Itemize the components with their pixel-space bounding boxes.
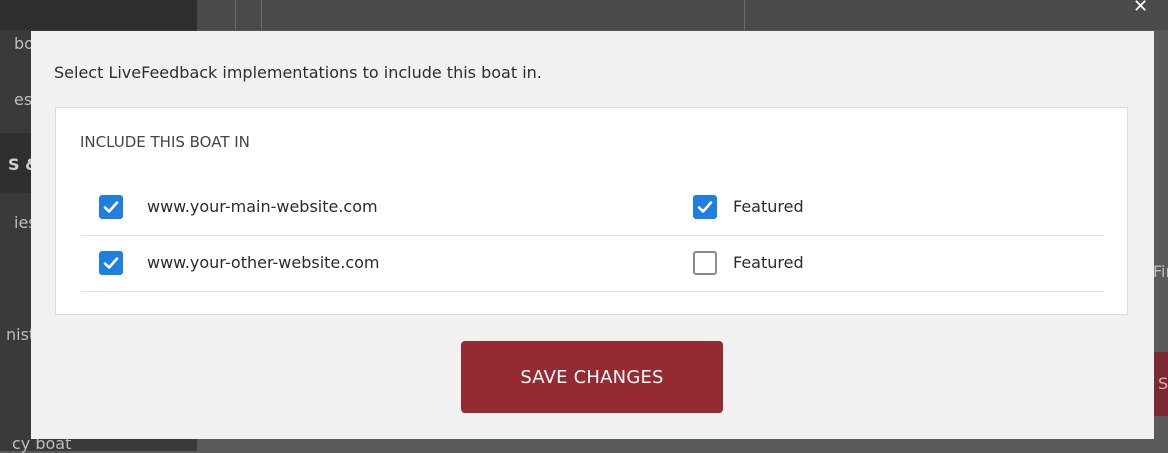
checkmark-icon (103, 201, 119, 213)
background-sidebar-block (0, 0, 197, 30)
modal-intro-text: Select LiveFeedback implementations to i… (54, 63, 542, 82)
background-action-button-label: S (1158, 374, 1168, 393)
background-topbar-divider (744, 0, 745, 30)
section-title: INCLUDE THIS BOAT IN (80, 133, 250, 151)
featured-label: Featured (733, 253, 804, 272)
implementation-row: www.your-main-website.com Featured (81, 180, 1104, 236)
include-panel: INCLUDE THIS BOAT IN www.your-main-websi… (55, 107, 1128, 315)
background-right-text: Fir (1153, 262, 1168, 281)
site-label: www.your-main-website.com (147, 197, 378, 216)
background-topbar (197, 0, 1168, 30)
featured-checkbox[interactable] (693, 251, 717, 275)
checkmark-icon (103, 257, 119, 269)
background-topbar-divider (235, 0, 236, 30)
save-changes-button[interactable]: SAVE CHANGES (461, 341, 723, 413)
checkmark-icon (697, 201, 713, 213)
close-icon[interactable]: ✕ (1133, 0, 1148, 17)
featured-label: Featured (733, 197, 804, 216)
featured-checkbox[interactable] (693, 195, 717, 219)
implementation-row: www.your-other-website.com Featured (81, 236, 1104, 292)
background-topbar-divider (261, 0, 262, 30)
site-label: www.your-other-website.com (147, 253, 380, 272)
background-sidebar-text: es (14, 90, 33, 109)
site-checkbox[interactable] (99, 195, 123, 219)
include-boat-modal: Select LiveFeedback implementations to i… (31, 31, 1154, 439)
site-checkbox[interactable] (99, 251, 123, 275)
